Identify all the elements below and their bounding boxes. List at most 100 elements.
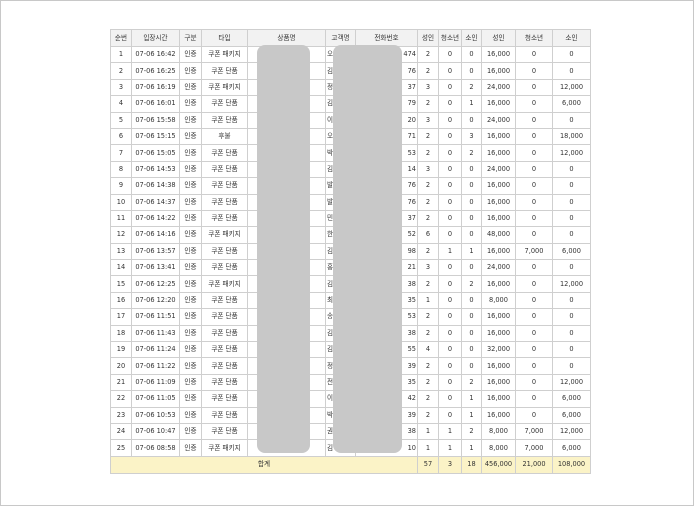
child-price-cell: 12,000: [552, 144, 591, 162]
child-count-cell: 3: [461, 127, 482, 146]
child-price-cell: 18,000: [552, 127, 591, 146]
entry-time-cell: 07-06 16:01: [131, 95, 180, 113]
category-cell: 인증: [179, 62, 202, 80]
row-number-cell: 11: [110, 209, 132, 228]
teen-count-cell: 1: [438, 439, 462, 457]
adult-price-cell: 16,000: [481, 144, 516, 162]
teen-price-cell: 0: [515, 275, 553, 293]
entry-time-cell: 07-06 13:57: [131, 242, 180, 261]
child-count-cell: 2: [461, 78, 482, 97]
header-col-type: 타입: [201, 29, 248, 47]
child-price-cell: 6,000: [552, 95, 591, 113]
entry-time-cell: 07-06 11:05: [131, 390, 180, 408]
header-col-product-name: 상품명: [247, 29, 326, 47]
ticket-type-cell: 쿠폰 단품: [201, 324, 248, 343]
entry-time-cell: 07-06 10:47: [131, 422, 180, 441]
teen-count-cell: 0: [438, 291, 462, 310]
teen-price-cell: 0: [515, 78, 553, 97]
teen-count-cell: 0: [438, 324, 462, 343]
teen-price-cell: 7,000: [515, 439, 553, 457]
ticket-type-cell: 쿠폰 단품: [201, 308, 248, 326]
ticket-type-cell: 쿠폰 패키지: [201, 275, 248, 293]
adult-price-cell: 48,000: [481, 226, 516, 244]
ticket-type-cell: 쿠폰 단품: [201, 193, 248, 211]
child-price-cell: 0: [552, 341, 591, 359]
entry-time-cell: 07-06 11:24: [131, 341, 180, 359]
header-col-customer-name: 고객명: [325, 29, 356, 47]
teen-count-cell: 0: [438, 308, 462, 326]
category-cell: 인증: [179, 308, 202, 326]
child-count-cell: 0: [461, 341, 482, 359]
child-count-cell: 0: [461, 291, 482, 310]
teen-price-cell: 0: [515, 373, 553, 392]
ticket-type-cell: 쿠폰 패키지: [201, 78, 248, 97]
child-price-cell: 12,000: [552, 78, 591, 97]
ticket-type-cell: 쿠폰 단품: [201, 259, 248, 277]
child-count-cell: 2: [461, 422, 482, 441]
adult-price-cell: 24,000: [481, 78, 516, 97]
child-price-cell: 12,000: [552, 275, 591, 293]
header-col-adult-price: 성인: [481, 29, 516, 47]
teen-price-cell: 0: [515, 308, 553, 326]
adult-count-cell: 2: [417, 406, 439, 424]
entry-time-cell: 07-06 14:53: [131, 160, 180, 179]
category-cell: 인증: [179, 422, 202, 441]
header-col-child: 소인: [461, 29, 482, 47]
category-cell: 인증: [179, 95, 202, 113]
teen-price-cell: 0: [515, 226, 553, 244]
teen-price-cell: 0: [515, 127, 553, 146]
ticket-type-cell: 쿠폰 단품: [201, 144, 248, 162]
total-label: 합계: [110, 455, 418, 474]
entry-time-cell: 07-06 13:41: [131, 259, 180, 277]
row-number-cell: 2: [110, 62, 132, 80]
category-cell: 인증: [179, 193, 202, 211]
entry-time-cell: 07-06 12:20: [131, 291, 180, 310]
row-number-cell: 20: [110, 357, 132, 375]
adult-price-cell: 24,000: [481, 259, 516, 277]
teen-price-cell: 0: [515, 111, 553, 129]
child-price-cell: 0: [552, 45, 591, 64]
teen-price-cell: 0: [515, 291, 553, 310]
child-count-cell: 0: [461, 209, 482, 228]
teen-count-cell: 0: [438, 226, 462, 244]
phone-number-redaction: [333, 45, 402, 453]
entry-time-cell: 07-06 11:22: [131, 357, 180, 375]
child-price-cell: 0: [552, 308, 591, 326]
child-price-cell: 0: [552, 160, 591, 179]
row-number-cell: 3: [110, 78, 132, 97]
adult-price-cell: 16,000: [481, 242, 516, 261]
total-adult-count: 57: [417, 455, 439, 474]
category-cell: 인증: [179, 406, 202, 424]
category-cell: 인증: [179, 78, 202, 97]
adult-price-cell: 16,000: [481, 373, 516, 392]
product-name-redaction: [257, 45, 310, 453]
teen-price-cell: 0: [515, 144, 553, 162]
teen-price-cell: 0: [515, 209, 553, 228]
child-price-cell: 6,000: [552, 242, 591, 261]
adult-price-cell: 16,000: [481, 127, 516, 146]
teen-price-cell: 0: [515, 177, 553, 195]
adult-count-cell: 4: [417, 341, 439, 359]
row-number-cell: 18: [110, 324, 132, 343]
teen-count-cell: 0: [438, 111, 462, 129]
child-price-cell: 0: [552, 259, 591, 277]
adult-count-cell: 2: [417, 193, 439, 211]
entry-time-cell: 07-06 14:38: [131, 177, 180, 195]
ticket-type-cell: 쿠폰 단품: [201, 111, 248, 129]
teen-price-cell: 0: [515, 62, 553, 80]
teen-price-cell: 0: [515, 357, 553, 375]
header-col-no: 순번: [110, 29, 132, 47]
total-adult-price: 456,000: [481, 455, 516, 474]
row-number-cell: 10: [110, 193, 132, 211]
ticket-type-cell: 후불: [201, 127, 248, 146]
child-count-cell: 0: [461, 160, 482, 179]
child-count-cell: 0: [461, 45, 482, 64]
ticket-type-cell: 쿠폰 단품: [201, 422, 248, 441]
child-price-cell: 6,000: [552, 439, 591, 457]
child-count-cell: 1: [461, 242, 482, 261]
row-number-cell: 13: [110, 242, 132, 261]
adult-price-cell: 24,000: [481, 111, 516, 129]
adult-price-cell: 24,000: [481, 160, 516, 179]
category-cell: 인증: [179, 45, 202, 64]
category-cell: 인증: [179, 324, 202, 343]
